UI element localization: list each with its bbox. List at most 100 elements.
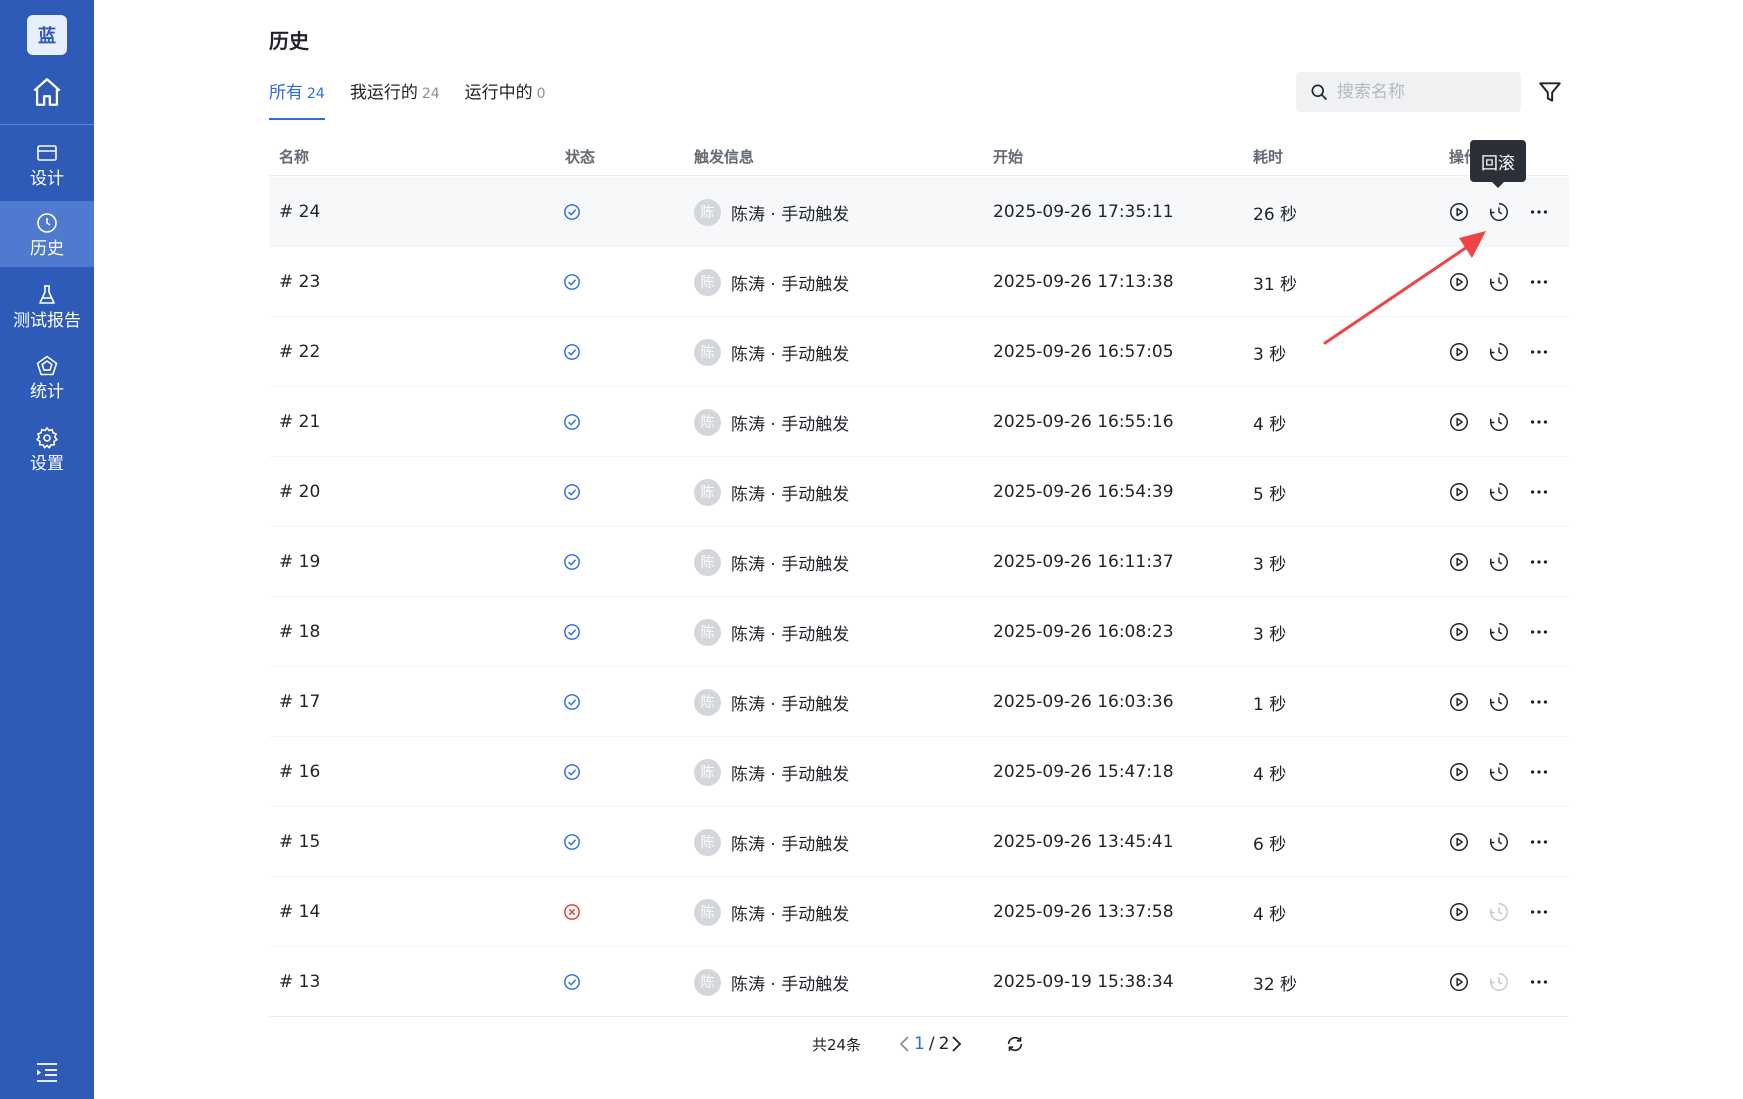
rerun-button[interactable] — [1447, 830, 1471, 854]
rerun-button[interactable] — [1447, 480, 1471, 504]
play-icon — [1450, 343, 1468, 361]
sidebar-item-test-report[interactable]: 测试报告 — [0, 273, 94, 339]
success-icon — [564, 834, 580, 850]
table-row[interactable]: # 22 陈 陈涛 · 手动触发 2025-09-26 16:57:05 3 秒 — [269, 317, 1569, 387]
home-button[interactable] — [27, 72, 67, 112]
avatar: 陈 — [694, 618, 721, 646]
table-row[interactable]: # 18 陈 陈涛 · 手动触发 2025-09-26 16:08:23 3 秒 — [269, 597, 1569, 667]
rollback-button[interactable] — [1487, 830, 1511, 854]
rollback-button[interactable] — [1487, 970, 1511, 994]
sidebar-item-stats[interactable]: 统计 — [0, 344, 94, 410]
duration: 4 秒 — [1253, 764, 1287, 785]
rollback-button[interactable] — [1487, 550, 1511, 574]
rollback-button[interactable] — [1487, 340, 1511, 364]
tab-my-runs[interactable]: 我运行的 24 — [350, 78, 440, 120]
filter-button[interactable] — [1537, 79, 1563, 105]
more-button[interactable] — [1527, 200, 1551, 224]
table-row[interactable]: # 24 陈 陈涛 · 手动触发 2025-09-26 17:35:11 26 … — [269, 177, 1569, 247]
avatar: 陈 — [694, 338, 721, 366]
avatar: 陈 — [694, 758, 721, 786]
more-button[interactable] — [1527, 620, 1551, 644]
more-button[interactable] — [1527, 550, 1551, 574]
app-logo[interactable]: 蓝 — [27, 15, 67, 55]
table-row[interactable]: # 15 陈 陈涛 · 手动触发 2025-09-26 13:45:41 6 秒 — [269, 807, 1569, 877]
trigger-info: 陈涛 · 手动触发 — [731, 974, 850, 995]
table-row[interactable]: # 16 陈 陈涛 · 手动触发 2025-09-26 15:47:18 4 秒 — [269, 737, 1569, 807]
more-icon — [1530, 210, 1548, 214]
rerun-button[interactable] — [1447, 620, 1471, 644]
rollback-button[interactable] — [1487, 270, 1511, 294]
more-button[interactable] — [1527, 690, 1551, 714]
status-cell — [563, 667, 581, 737]
trigger-info: 陈涛 · 手动触发 — [731, 694, 850, 715]
more-button[interactable] — [1527, 270, 1551, 294]
current-page[interactable]: 1 — [914, 1034, 925, 1054]
table-row[interactable]: # 13 陈 陈涛 · 手动触发 2025-09-19 15:38:34 32 … — [269, 947, 1569, 1017]
next-page-button[interactable] — [949, 1034, 963, 1054]
status-cell — [563, 737, 581, 807]
sidebar-collapse-button[interactable] — [34, 1060, 60, 1084]
play-icon — [1450, 833, 1468, 851]
refresh-button[interactable] — [1004, 1030, 1026, 1058]
success-icon — [564, 624, 580, 640]
more-button[interactable] — [1527, 760, 1551, 784]
table-row[interactable]: # 19 陈 陈涛 · 手动触发 2025-09-26 16:11:37 3 秒 — [269, 527, 1569, 597]
indent-icon — [37, 1063, 57, 1082]
rollback-button[interactable] — [1487, 900, 1511, 924]
sidebar-item-design[interactable]: 设计 — [0, 131, 94, 197]
play-icon — [1450, 273, 1468, 291]
table-row[interactable]: # 23 陈 陈涛 · 手动触发 2025-09-26 17:13:38 31 … — [269, 247, 1569, 317]
more-button[interactable] — [1527, 340, 1551, 364]
rerun-button[interactable] — [1447, 340, 1471, 364]
more-icon — [1530, 770, 1548, 774]
sidebar-item-label: 测试报告 — [13, 310, 81, 331]
rerun-button[interactable] — [1447, 410, 1471, 434]
more-button[interactable] — [1527, 900, 1551, 924]
sidebar-item-label: 统计 — [30, 381, 64, 402]
tab-all[interactable]: 所有 24 — [269, 78, 325, 120]
rerun-button[interactable] — [1447, 690, 1471, 714]
rerun-button[interactable] — [1447, 270, 1471, 294]
rollback-button[interactable] — [1487, 760, 1511, 784]
rerun-button[interactable] — [1447, 200, 1471, 224]
duration: 4 秒 — [1253, 904, 1287, 925]
trigger-cell: 陈 陈涛 · 手动触发 — [694, 737, 849, 807]
status-cell — [563, 317, 581, 387]
sidebar-item-history[interactable]: 历史 — [0, 201, 94, 267]
rollback-button[interactable] — [1487, 690, 1511, 714]
play-icon — [1450, 413, 1468, 431]
rerun-button[interactable] — [1447, 970, 1471, 994]
sidebar-item-settings[interactable]: 设置 — [0, 416, 94, 482]
success-icon — [564, 484, 580, 500]
table-row[interactable]: # 17 陈 陈涛 · 手动触发 2025-09-26 16:03:36 1 秒 — [269, 667, 1569, 737]
prev-page-button[interactable] — [898, 1034, 912, 1054]
logo-text: 蓝 — [38, 26, 56, 47]
table-row[interactable]: # 20 陈 陈涛 · 手动触发 2025-09-26 16:54:39 5 秒 — [269, 457, 1569, 527]
rerun-button[interactable] — [1447, 550, 1471, 574]
table-row[interactable]: # 21 陈 陈涛 · 手动触发 2025-09-26 16:55:16 4 秒 — [269, 387, 1569, 457]
run-name: # 19 — [279, 552, 321, 572]
rollback-button[interactable] — [1487, 410, 1511, 434]
more-button[interactable] — [1527, 970, 1551, 994]
run-name: # 21 — [279, 412, 321, 432]
tab-running[interactable]: 运行中的 0 — [465, 78, 546, 120]
trigger-cell: 陈 陈涛 · 手动触发 — [694, 877, 849, 947]
status-cell — [563, 177, 581, 247]
table-bottom-border — [269, 1016, 1569, 1017]
trigger-cell: 陈 陈涛 · 手动触发 — [694, 597, 849, 667]
more-icon — [1530, 350, 1548, 354]
more-button[interactable] — [1527, 480, 1551, 504]
rollback-button[interactable] — [1487, 200, 1511, 224]
more-button[interactable] — [1527, 830, 1551, 854]
rollback-button[interactable] — [1487, 480, 1511, 504]
duration: 6 秒 — [1253, 834, 1287, 855]
trigger-info: 陈涛 · 手动触发 — [731, 274, 850, 295]
trigger-info: 陈涛 · 手动触发 — [731, 414, 850, 435]
table-row[interactable]: # 14 陈 陈涛 · 手动触发 2025-09-26 13:37:58 4 秒 — [269, 877, 1569, 947]
search-input[interactable] — [1337, 82, 1507, 102]
rerun-button[interactable] — [1447, 900, 1471, 924]
rollback-button[interactable] — [1487, 620, 1511, 644]
more-button[interactable] — [1527, 410, 1551, 434]
rerun-button[interactable] — [1447, 760, 1471, 784]
play-icon — [1450, 763, 1468, 781]
